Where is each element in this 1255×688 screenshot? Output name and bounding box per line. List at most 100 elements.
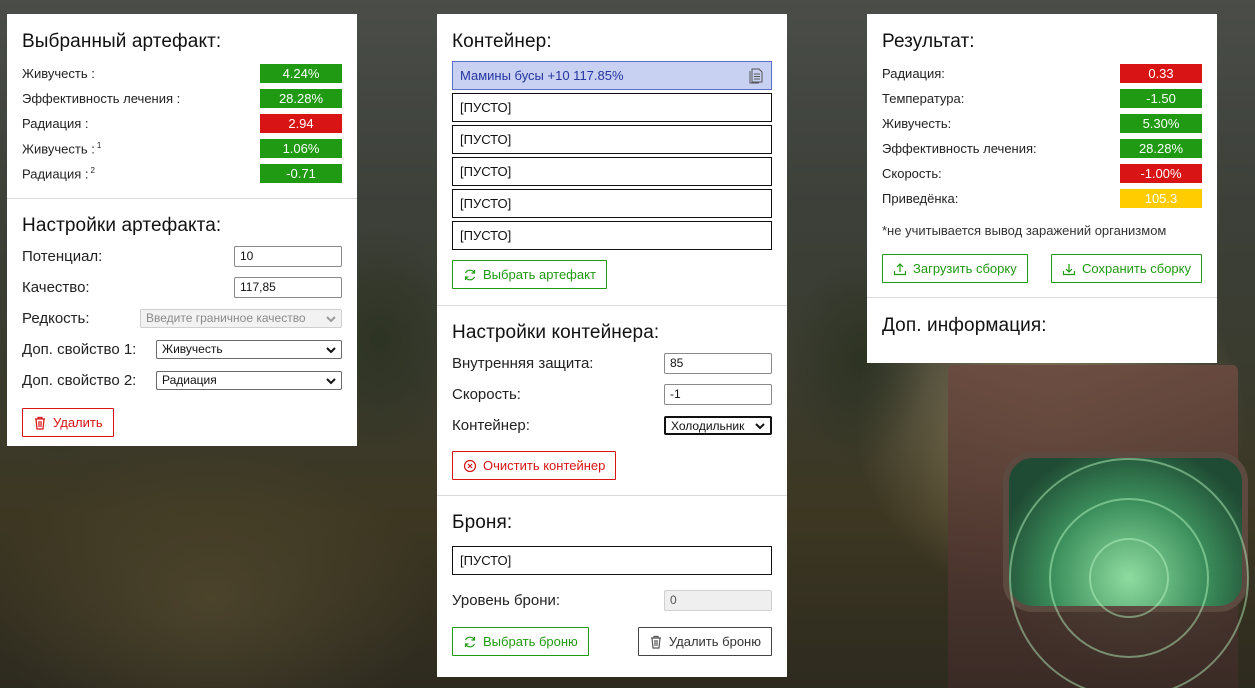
stat-label-text: Радиация : — [22, 116, 89, 131]
stat-footnote-marker: 2 — [90, 165, 95, 175]
stat-label-text: Радиация: — [882, 66, 945, 81]
armor-level-input[interactable]: 0 — [664, 590, 772, 611]
container-slots-list: Мамины бусы +10 117.85% [ПУСТО] [ПУСТО] [ПУ… — [452, 61, 772, 250]
upload-icon — [893, 262, 907, 275]
stat-row: Скорость: -1.00% — [882, 161, 1202, 186]
container-panel-title: Контейнер: — [452, 31, 552, 52]
stat-row: Эффективность лечения: 28.28% — [882, 136, 1202, 161]
delete-armor-label: Удалить броню — [668, 634, 761, 649]
stat-label-text: Эффективность лечения: — [882, 141, 1037, 156]
armor-level-label: Уровень брони: — [452, 592, 561, 609]
artifact-stats-list: Живучесть : 4.24% Эффективность лечения : 2… — [22, 61, 342, 186]
stat-label-text: Температура: — [882, 91, 965, 106]
refresh-icon — [464, 269, 476, 280]
stat-label-text: Эффективность лечения : — [22, 91, 181, 106]
quality-input[interactable]: 117,85 — [234, 277, 342, 298]
additional-info-title: Доп. информация: — [882, 315, 1047, 336]
container-type-label: Контейнер: — [452, 417, 530, 434]
chevron-down-icon — [326, 347, 336, 354]
stat-label: Скорость: — [882, 166, 942, 181]
container-slot-selected[interactable]: Мамины бусы +10 117.85% — [452, 61, 772, 90]
chevron-down-icon — [326, 316, 336, 323]
rarity-select-value: Введите граничное качество — [146, 311, 306, 325]
stat-row: Эффективность лечения : 28.28% — [22, 86, 342, 111]
stat-label: Радиация : — [22, 116, 89, 131]
stat-row: Приведёнка: 105.3 — [882, 186, 1202, 211]
artifact-settings-title: Настройки артефакта: — [22, 215, 222, 236]
save-build-button[interactable]: Сохранить сборку — [1051, 254, 1202, 283]
stat-label: Радиация :2 — [22, 166, 95, 181]
extra-property-2-select[interactable]: Радиация — [156, 371, 342, 390]
stat-row: Живучесть: 5.30% — [882, 111, 1202, 136]
load-build-button[interactable]: Загрузить сборку — [882, 254, 1028, 283]
select-armor-label: Выбрать броню — [483, 634, 578, 649]
stat-row: Живучесть : 4.24% — [22, 61, 342, 86]
armor-slot[interactable]: [ПУСТО] — [452, 546, 772, 575]
stat-value-badge: 1.06% — [260, 139, 342, 158]
container-slot-label: [ПУСТО] — [460, 132, 512, 147]
quality-label: Качество: — [22, 279, 90, 296]
circle-x-icon — [463, 459, 477, 472]
refresh-icon — [464, 636, 476, 647]
load-build-label: Загрузить сборку — [913, 261, 1017, 276]
container-slot-label: [ПУСТО] — [460, 228, 512, 243]
container-slot-label: [ПУСТО] — [460, 196, 512, 211]
delete-armor-button[interactable]: Удалить броню — [637, 627, 772, 656]
rarity-select[interactable]: Введите граничное качество — [140, 309, 342, 328]
rarity-label: Редкость: — [22, 310, 90, 327]
clear-container-label: Очистить контейнер — [483, 458, 606, 473]
stat-value-badge: 4.24% — [260, 64, 342, 83]
speed-input[interactable]: -1 — [664, 384, 772, 405]
trash-icon — [35, 416, 45, 430]
extra-property-1-value: Живучесть — [162, 342, 223, 356]
background-radar-screen — [1003, 452, 1249, 688]
clear-container-button[interactable]: Очистить контейнер — [452, 451, 617, 480]
stat-label: Приведёнка: — [882, 191, 958, 206]
container-slot-label: Мамины бусы +10 117.85% — [460, 68, 624, 83]
inner-protection-input[interactable]: 85 — [664, 353, 772, 374]
extra-property-1-label: Доп. свойство 1: — [22, 341, 137, 358]
stat-label-text: Живучесть: — [882, 116, 952, 131]
download-icon — [1062, 263, 1076, 275]
delete-artifact-button[interactable]: Удалить — [22, 408, 114, 437]
stat-value-badge: 28.28% — [1120, 139, 1202, 158]
container-type-select[interactable]: Холодильник — [664, 416, 772, 435]
document-icon[interactable] — [749, 68, 763, 84]
speed-label: Скорость: — [452, 386, 521, 403]
container-slot[interactable]: [ПУСТО] — [452, 189, 772, 218]
stat-label: Радиация: — [882, 66, 945, 81]
stat-label: Эффективность лечения : — [22, 91, 180, 106]
result-note: *не учитывается вывод заражений организм… — [882, 223, 1167, 238]
select-artifact-button[interactable]: Выбрать артефакт — [452, 260, 607, 289]
trash-icon — [650, 635, 661, 649]
stat-value-badge: 0.33 — [1120, 64, 1202, 83]
stat-value-badge: -1.50 — [1120, 89, 1202, 108]
artifact-panel: Выбранный артефакт: Живучесть : 4.24% Эффе… — [7, 14, 357, 446]
stat-value-badge: 28.28% — [260, 89, 342, 108]
stat-label-text: Живучесть : — [22, 141, 95, 157]
stat-label: Живучесть: — [882, 116, 951, 131]
result-panel: Результат: Радиация: 0.33 Температура: -1.5… — [867, 14, 1217, 363]
stat-row: Живучесть :1 1.06% — [22, 136, 342, 161]
inner-protection-label: Внутренняя защита: — [452, 355, 594, 372]
container-slot[interactable]: [ПУСТО] — [452, 157, 772, 186]
stat-label: Температура: — [882, 91, 964, 106]
stat-value-badge: 105.3 — [1120, 189, 1202, 208]
select-armor-button[interactable]: Выбрать броню — [452, 627, 589, 656]
stat-value-badge: -1.00% — [1120, 164, 1202, 183]
container-slot[interactable]: [ПУСТО] — [452, 125, 772, 154]
delete-artifact-label: Удалить — [53, 415, 103, 430]
stat-label-text: Скорость: — [882, 166, 942, 181]
container-slot[interactable]: [ПУСТО] — [452, 93, 772, 122]
stat-label-text: Живучесть : — [22, 66, 95, 81]
potential-input[interactable]: 10 — [234, 246, 342, 267]
stat-footnote-marker: 1 — [96, 140, 102, 150]
armor-title: Броня: — [452, 512, 513, 533]
container-type-value: Холодильник — [671, 419, 745, 433]
container-slot[interactable]: [ПУСТО] — [452, 221, 772, 250]
stat-row: Радиация : 2.94 — [22, 111, 342, 136]
extra-property-1-select[interactable]: Живучесть — [156, 340, 342, 359]
potential-label: Потенциал: — [22, 248, 103, 265]
save-build-label: Сохранить сборку — [1082, 261, 1191, 276]
container-slot-label: [ПУСТО] — [460, 100, 512, 115]
